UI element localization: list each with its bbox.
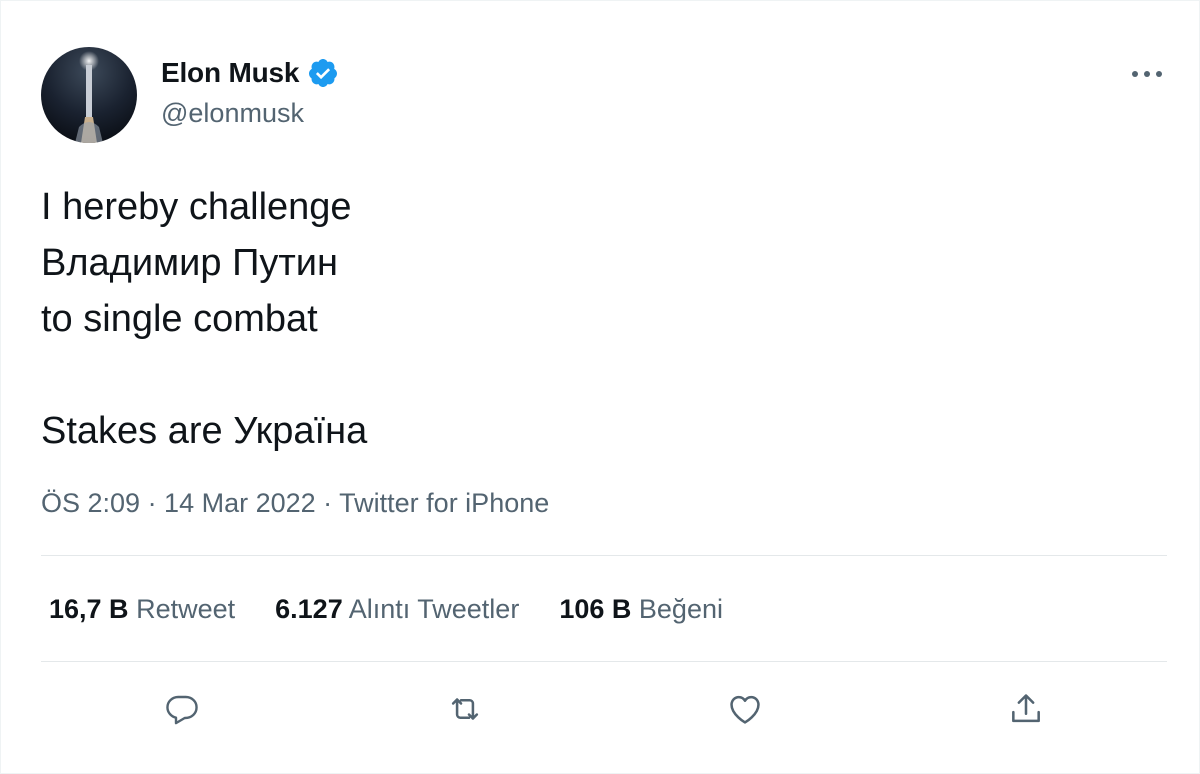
quote-count-label: Alıntı Tweetler [348, 594, 520, 624]
tweet-meta[interactable]: ÖS 2:09 · 14 Mar 2022 · Twitter for iPho… [41, 485, 549, 521]
retweet-count-value: 16,7 B [49, 594, 129, 624]
more-icon[interactable] [1127, 59, 1167, 89]
tweet-text: I hereby challenge Владимир Путин to sin… [41, 179, 1141, 459]
author-display-name: Elon Musk [161, 57, 300, 88]
retweet-icon [446, 690, 484, 733]
tweet-line: Владимир Путин [41, 242, 339, 284]
divider [41, 555, 1167, 556]
like-button[interactable] [723, 689, 767, 733]
retweet-count[interactable]: 16,7 B Retweet [49, 591, 235, 627]
share-icon [1007, 690, 1045, 733]
like-count-label: Beğeni [638, 594, 723, 624]
tweet-card: Elon Musk @elonmusk I hereby challenge В… [0, 0, 1200, 774]
quote-count-value: 6.127 [275, 594, 343, 624]
avatar[interactable] [41, 47, 137, 143]
avatar-image [41, 47, 137, 143]
tweet-line-gap [41, 347, 1141, 403]
tweet-line: I hereby challenge [41, 186, 352, 228]
quote-count[interactable]: 6.127 Alıntı Tweetler [275, 591, 519, 627]
verified-badge-icon [307, 57, 339, 89]
share-button[interactable] [1004, 689, 1048, 733]
author-handle[interactable]: @elonmusk [161, 97, 304, 129]
tweet-line: to single combat [41, 298, 318, 340]
like-count-value: 106 B [559, 594, 632, 624]
retweet-count-label: Retweet [136, 594, 236, 624]
divider [41, 661, 1167, 662]
author-name[interactable]: Elon Musk [161, 57, 339, 89]
retweet-button[interactable] [443, 689, 487, 733]
like-icon [726, 690, 764, 733]
tweet-stats: 16,7 B Retweet 6.127 Alıntı Tweetler 106… [49, 591, 763, 627]
reply-button[interactable] [160, 689, 204, 733]
reply-icon [164, 691, 200, 732]
tweet-line: Stakes are Україна [41, 410, 368, 452]
like-count[interactable]: 106 B Beğeni [559, 591, 723, 627]
